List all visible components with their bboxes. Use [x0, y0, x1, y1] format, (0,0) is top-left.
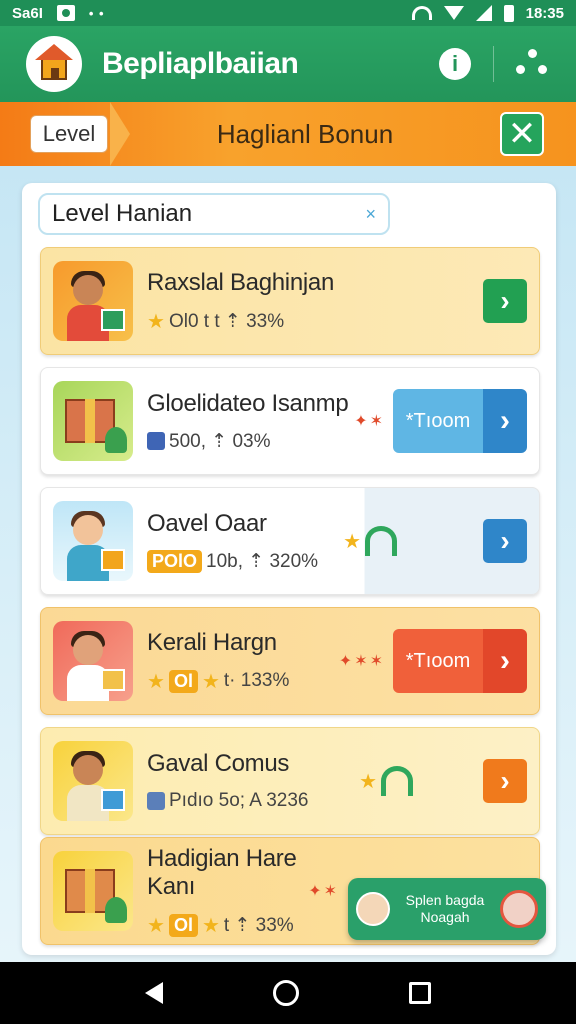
- signal-icon: [475, 5, 492, 21]
- card-icon: [147, 792, 165, 810]
- card-title: Kerali Hargn: [147, 628, 277, 656]
- level-card[interactable]: Gloelidateo Isanmp 500, ⇡ 03% ✦✶ *Tıoom …: [40, 367, 540, 475]
- people-button[interactable]: [516, 49, 550, 79]
- chevron-right-icon: ›: [483, 389, 527, 453]
- chevron-right-icon: ›: [483, 629, 527, 693]
- claim-button-label: *Tıoom: [393, 629, 483, 693]
- wifi-icon: [411, 6, 432, 20]
- level-card[interactable]: Kerali Hargn ★ Ol ★ t· 133% ✦✶✶ *Tıoom ›: [40, 607, 540, 715]
- claim-button[interactable]: *Tıoom ›: [393, 389, 527, 453]
- back-icon[interactable]: [145, 982, 163, 1004]
- level-card[interactable]: Raxslal Baghinjan ★ Ol0 t t ⇡ 33% ›: [40, 247, 540, 355]
- data-arrow-icon: [443, 6, 464, 20]
- toast-line-2: Noagah: [420, 909, 470, 925]
- app-header: Bepliaplbaiian i: [0, 26, 576, 102]
- star-icon: ★: [147, 670, 165, 693]
- home-icon[interactable]: [273, 980, 299, 1006]
- card-meta: 10b, ⇡ 320%: [206, 550, 319, 572]
- gift-icon: [147, 432, 165, 450]
- banner-title: Haglianl Bonun: [216, 118, 394, 149]
- close-icon: ✕: [507, 115, 537, 153]
- info-button[interactable]: i: [439, 48, 471, 80]
- card-badge: POlO: [147, 549, 203, 573]
- gift-box-thumbnail: [53, 851, 133, 931]
- notification-toast[interactable]: Splen bagda Noagah: [348, 878, 546, 940]
- gift-box-thumbnail: [53, 381, 133, 461]
- star-icon: ★: [147, 914, 165, 937]
- card-title: Oavel Oaar: [147, 509, 267, 537]
- card-meta: t ⇡ 33%: [223, 914, 294, 936]
- star-icon: ★: [201, 670, 220, 693]
- status-time: 18:35: [525, 4, 564, 22]
- system-nav-bar: [0, 962, 576, 1024]
- user-avatar-icon: [500, 890, 538, 928]
- level-card[interactable]: Oavel Oaar POlO 10b, ⇡ 320% ★ ›: [40, 487, 540, 595]
- status-carrier-text: Sa6I: [12, 4, 43, 22]
- star-icon: ★: [359, 770, 377, 793]
- rainbow-icon: [365, 526, 397, 556]
- go-button[interactable]: ›: [483, 279, 527, 323]
- header-divider: [493, 46, 494, 82]
- star-icon: ★: [147, 310, 165, 333]
- card-meta: Pıdıo 5o; A 3236: [169, 790, 309, 811]
- claim-button-label: *Tıoom: [393, 389, 483, 453]
- card-title: Hadigian Hare Kanı: [147, 844, 297, 900]
- sparkle-icon: ✦✶: [308, 883, 339, 900]
- search-field[interactable]: ×: [38, 193, 390, 235]
- status-dots: • •: [88, 5, 105, 21]
- level-chip[interactable]: Level: [30, 115, 108, 153]
- card-badge: Ol: [168, 669, 198, 693]
- toast-line-1: Splen bagda: [405, 892, 485, 908]
- card-title: Gaval Comus: [147, 750, 290, 777]
- card-title: Gloelidateo Isanmp: [147, 389, 349, 417]
- character-thumbnail: [53, 501, 133, 581]
- recent-apps-icon[interactable]: [409, 982, 431, 1004]
- go-button[interactable]: ›: [483, 519, 527, 563]
- card-meta: 500, ⇡ 03%: [169, 430, 271, 452]
- level-banner: Level Haglianl Bonun ✕: [0, 102, 576, 166]
- app-logo-icon: [26, 36, 82, 92]
- character-thumbnail: [53, 261, 133, 341]
- battery-icon: [503, 4, 514, 22]
- character-thumbnail: [53, 621, 133, 701]
- close-button[interactable]: ✕: [500, 112, 544, 156]
- status-bar: Sa6I • • 18:35: [0, 0, 576, 26]
- level-list-panel: × Raxslal Baghinjan ★ Ol0 t t ⇡ 33% › Gl…: [22, 183, 556, 955]
- card-meta: Ol0 t t ⇡ 33%: [168, 310, 285, 332]
- character-avatar-icon: [356, 892, 390, 926]
- card-meta: t· 133%: [223, 670, 290, 691]
- notification-icon: [56, 5, 75, 21]
- star-icon: ★: [343, 530, 361, 553]
- claim-button[interactable]: *Tıoom ›: [393, 629, 527, 693]
- rainbow-icon: [381, 766, 413, 796]
- search-input[interactable]: [52, 200, 342, 228]
- go-button[interactable]: ›: [483, 759, 527, 803]
- sparkle-icon: ✦✶✶: [338, 653, 385, 670]
- sparkle-icon: ✦✶: [354, 413, 385, 430]
- clear-search-icon[interactable]: ×: [365, 204, 376, 225]
- star-icon: ★: [201, 914, 220, 937]
- level-card[interactable]: Gaval Comus Pıdıo 5o; A 3236 ★ ›: [40, 727, 540, 835]
- character-thumbnail: [53, 741, 133, 821]
- card-badge: Ol: [168, 913, 198, 937]
- app-title: Bepliaplbaiian: [102, 47, 299, 80]
- card-title: Raxslal Baghinjan: [147, 268, 335, 296]
- info-icon: i: [451, 51, 459, 76]
